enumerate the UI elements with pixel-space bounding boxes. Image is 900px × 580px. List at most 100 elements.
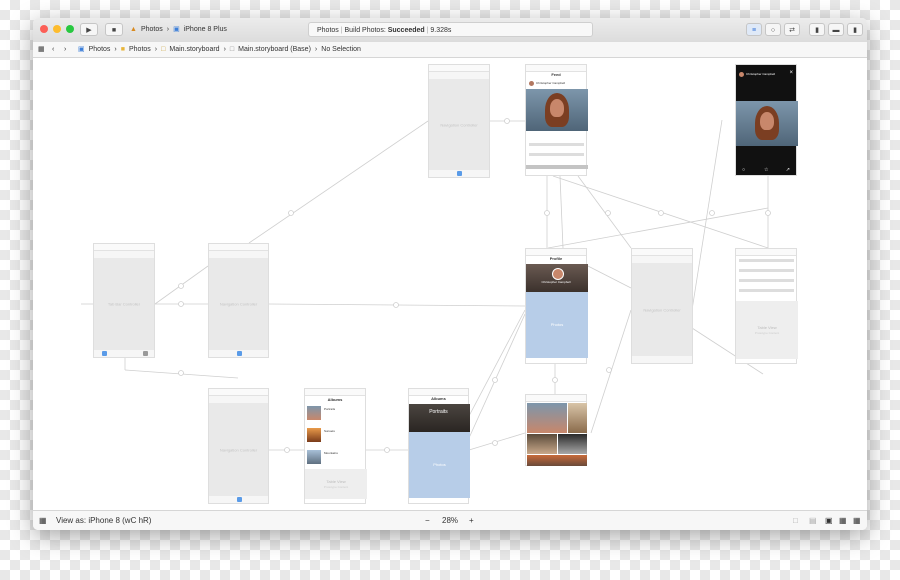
feed-row xyxy=(529,153,584,156)
version-editor-button[interactable]: ⇄ xyxy=(784,23,800,36)
scheme-device: iPhone 8 Plus xyxy=(183,26,227,33)
scene-status-bar xyxy=(526,395,586,402)
view-as-label[interactable]: View as: iPhone 8 (wC hR) xyxy=(56,511,151,530)
album-row-title: Sunsets xyxy=(324,429,335,433)
stop-button[interactable]: ■ xyxy=(105,23,123,36)
breadcrumb-selection[interactable]: No Selection xyxy=(321,42,361,57)
close-icon[interactable]: × xyxy=(789,70,793,76)
jump-bar: ▦ ‹ › ▣ Photos › ■ Photos › □ Main.story… xyxy=(33,42,867,58)
forward-arrow-icon[interactable]: › xyxy=(64,42,66,57)
navigator-toggle-button[interactable]: ▮ xyxy=(809,23,825,36)
scheme-selector[interactable]: ▲ Photos › ▣ iPhone 8 Plus xyxy=(130,23,227,36)
zoom-in-button[interactable]: + xyxy=(469,511,474,530)
update-frames-icon[interactable]: □ xyxy=(793,511,798,530)
comment-row xyxy=(739,269,794,272)
avatar xyxy=(739,72,744,77)
tab-icon xyxy=(102,351,107,356)
status-task: Build Photos: xyxy=(344,27,386,34)
zoom-out-button[interactable]: − xyxy=(425,511,430,530)
app-icon: ▲ xyxy=(130,26,137,33)
close-window-button[interactable] xyxy=(40,25,48,33)
project-icon: ▣ xyxy=(78,46,85,53)
scene-body: Navigation Controller xyxy=(209,403,268,496)
grid-icon[interactable]: ▦ xyxy=(38,42,45,57)
minimize-window-button[interactable] xyxy=(53,25,61,33)
table-view-label: Table View xyxy=(326,479,346,484)
table-view: Table View Prototype Content xyxy=(305,469,367,499)
scene-body: Navigation Controller xyxy=(209,258,268,350)
navigation-controller-scene[interactable]: Navigation Controller xyxy=(428,64,490,178)
share-icon[interactable]: ↗ xyxy=(786,167,790,173)
document-outline-toggle-icon[interactable]: ▦ xyxy=(39,511,47,530)
inspector-toggle-button[interactable]: ▮ xyxy=(847,23,863,36)
tab-bar-controller-scene[interactable]: Tab Bar Controller xyxy=(93,243,155,358)
add-constraints-icon[interactable]: ▦ xyxy=(839,511,847,530)
zoom-level: 28% xyxy=(442,516,459,525)
photo-grid-scene[interactable] xyxy=(525,394,587,466)
photo-detail-scene[interactable]: Christopher Campbell × ○ ☆ ↗ xyxy=(735,64,798,176)
storyboard-icon: □ xyxy=(161,46,166,53)
debug-area-toggle-button[interactable]: ▬ xyxy=(828,23,844,36)
avatar xyxy=(529,81,534,86)
photo-detail-user: Christopher Campbell xyxy=(746,72,776,76)
feed-user: Christopher Campbell xyxy=(536,81,566,85)
star-icon[interactable]: ☆ xyxy=(764,167,768,173)
scene-status-bar xyxy=(209,244,268,251)
run-button[interactable]: ▶ xyxy=(80,23,98,36)
navigation-controller-scene[interactable]: Navigation Controller xyxy=(208,243,269,358)
container-label: Photos xyxy=(433,462,446,467)
comment-icon[interactable]: ○ xyxy=(742,167,745,173)
grid-photo xyxy=(558,434,587,454)
scene-body: Tab Bar Controller xyxy=(94,258,154,350)
detail-photo xyxy=(736,101,798,146)
breadcrumb: ▣ Photos › ■ Photos › □ Main.storyboard … xyxy=(78,42,361,57)
status-result: Succeeded xyxy=(387,27,425,34)
feed-scene[interactable]: Feed Christopher Campbell xyxy=(525,64,588,176)
album-detail-scene[interactable]: Albums Portraits Photos xyxy=(408,388,470,504)
grid-photo xyxy=(568,403,587,433)
scene-status-bar xyxy=(305,389,365,396)
comments-scene[interactable]: Table View Prototype Content xyxy=(735,248,798,364)
embed-in-stack-icon[interactable]: ▤ xyxy=(809,511,817,530)
resolve-auto-layout-icon[interactable]: ▦ xyxy=(853,511,861,530)
assistant-editor-button[interactable]: ○ xyxy=(765,23,781,36)
title-bar: ▶ ■ ▲ Photos › ▣ iPhone 8 Plus Photos | … xyxy=(33,18,867,43)
chevron-right-icon: › xyxy=(114,46,117,53)
scene-label: Navigation Controller xyxy=(643,307,681,312)
breadcrumb-folder[interactable]: Photos xyxy=(129,42,151,57)
comment-row xyxy=(739,289,794,292)
albums-scene[interactable]: Albums Portraits Sunsets Mountains Table… xyxy=(304,388,367,504)
chevron-right-icon: › xyxy=(223,46,226,53)
breadcrumb-storyboard-base[interactable]: Main.storyboard (Base) xyxy=(238,42,311,57)
navigation-controller-scene[interactable]: Navigation Controller xyxy=(208,388,269,504)
status-time: 9.328s xyxy=(430,27,452,34)
scene-body: Navigation Controller xyxy=(632,263,692,356)
navigation-controller-scene[interactable]: Navigation Controller xyxy=(631,248,693,364)
scene-label: Navigation Controller xyxy=(219,447,258,452)
profile-photos-container: Photos xyxy=(526,292,588,358)
xcode-window: ▶ ■ ▲ Photos › ▣ iPhone 8 Plus Photos | … xyxy=(33,18,867,530)
scene-label: Navigation Controller xyxy=(219,301,258,307)
standard-editor-button[interactable]: ≡ xyxy=(746,23,762,36)
scene-status-bar xyxy=(736,249,796,256)
album-row-title: Portraits xyxy=(324,407,336,411)
grid-photo xyxy=(527,434,557,454)
back-arrow-icon[interactable]: ‹ xyxy=(52,42,54,57)
breadcrumb-storyboard[interactable]: Main.storyboard xyxy=(169,42,219,57)
profile-scene[interactable]: Profile Christopher Campbell Photos xyxy=(525,248,588,364)
scene-status-bar xyxy=(526,65,586,72)
table-view-label: Table View xyxy=(757,325,777,330)
profile-name: Christopher Campbell xyxy=(541,280,571,284)
play-icon: ▶ xyxy=(86,27,92,34)
scene-label: Tab Bar Controller xyxy=(107,301,141,307)
comment-row xyxy=(739,259,794,262)
scheme-app: Photos xyxy=(140,26,163,33)
breadcrumb-project[interactable]: Photos xyxy=(89,42,111,57)
storyboard-canvas[interactable]: Tab Bar Controller Navigation Controller… xyxy=(33,58,867,510)
grid-photo xyxy=(527,403,567,433)
storyboard-base-icon: □ xyxy=(229,46,235,53)
align-icon[interactable]: ▣ xyxy=(825,511,833,530)
folder-icon: ■ xyxy=(120,46,125,53)
zoom-window-button[interactable] xyxy=(66,25,74,33)
container-label: Photos xyxy=(550,322,564,327)
